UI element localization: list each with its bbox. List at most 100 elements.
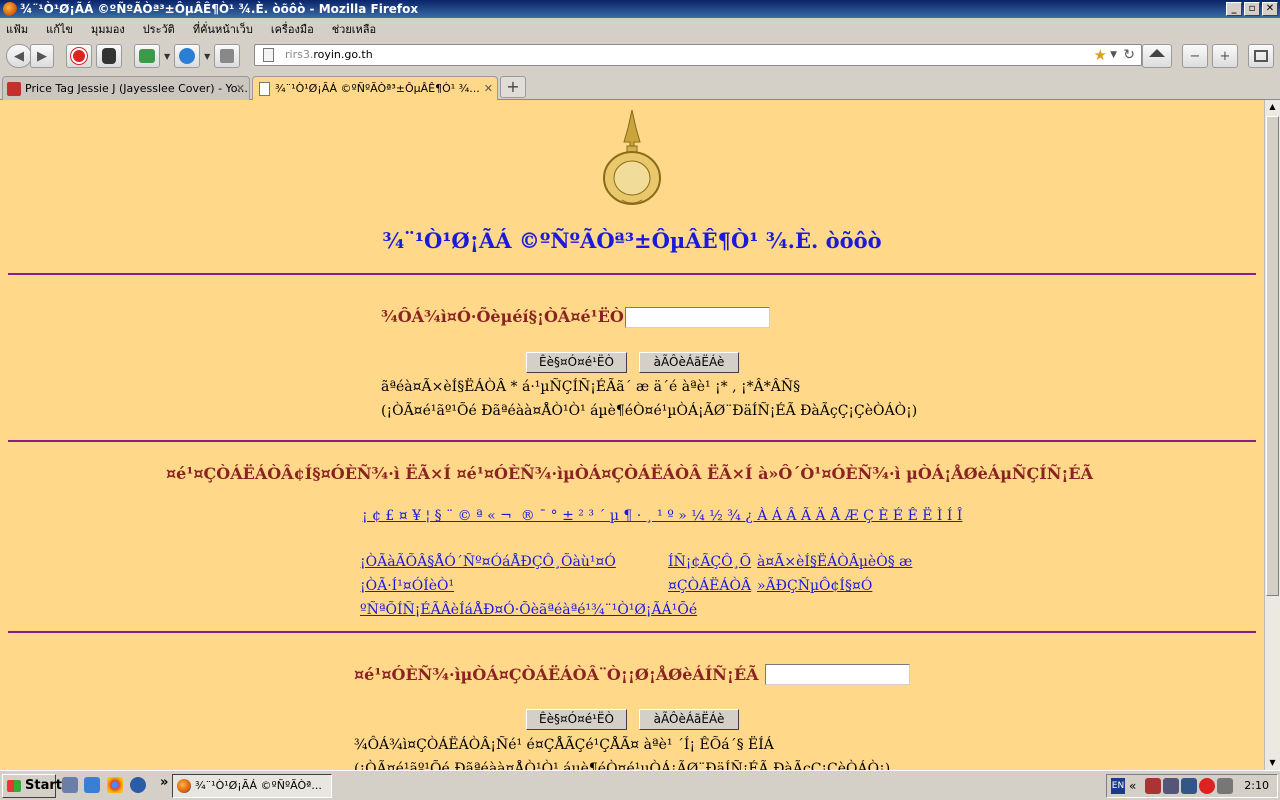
divider <box>8 440 1256 442</box>
meaning-search-label: ¤é¹¤ÓÈÑ¾·ìµÒÁ¤ÇÒÁËÁÒÂ¨Ò¡¡Ø¡ÅØèÁÍÑ¡ÉÃ <box>354 665 759 684</box>
document-icon <box>259 82 270 96</box>
submit-search-button[interactable]: Êè§¤Ó¤é¹ËÒ <box>526 352 627 373</box>
divider <box>8 273 1256 275</box>
vertical-scrollbar[interactable]: ▲ ▼ <box>1264 100 1280 770</box>
ie-quicklaunch-icon[interactable] <box>84 777 100 793</box>
show-desktop-icon[interactable] <box>62 777 78 793</box>
tab-close-icon[interactable]: ✕ <box>236 77 245 100</box>
alphabet-index-links[interactable]: ¡ ¢ £ ¤ ¥ ¦ § ¨ © ª « ¬ ­ ® ¯ ° ± ² ³ ´ … <box>362 508 962 524</box>
zoom-in-button[interactable]: + <box>1212 44 1238 68</box>
window-title: ¾¨¹Ò¹Ø¡ÃÁ ©ºÑºÃÒª³±ÔµÂÊ¶Ò¹ ¾.È. òõôò - M… <box>20 2 419 16</box>
url-history-dropdown-icon[interactable]: ▼ <box>1110 45 1117 65</box>
reload-icon[interactable]: ↻ <box>1123 45 1135 65</box>
language-indicator[interactable]: EN <box>1111 778 1125 794</box>
submit-meaning-search-button[interactable]: Êè§¤Ó¤é¹ËÒ <box>526 709 627 730</box>
grid-icon <box>1254 50 1268 62</box>
tray-network-icon[interactable] <box>1163 778 1179 794</box>
link-symbols[interactable]: à¤Ã×èÍ§ËÁÒÂµèÒ§ æ <box>757 554 912 570</box>
new-tab-button[interactable]: + <box>500 76 526 98</box>
home-icon <box>1149 49 1165 57</box>
meaning-search-hint: ¾ÔÁ¾ì¤ÇÒÁËÁÒÂ¡Ñé¹ é¤ÇÅÃÇé¹ÇÅÃ¤ àªè¹ ´Í¡ … <box>354 737 774 753</box>
scroll-up-icon[interactable]: ▲ <box>1265 100 1280 114</box>
sync-icon <box>139 49 155 63</box>
taskbar-firefox-window[interactable]: ¾¨¹Ò¹Ø¡ÃÁ ©ºÑºÃÒª... <box>172 774 332 798</box>
quicklaunch-more-icon[interactable]: » <box>160 775 168 790</box>
tab-label: ¾¨¹Ò¹Ø¡ÃÁ ©ºÑºÃÒª³±ÔµÂÊ¶Ò¹ ¾... <box>275 82 480 95</box>
tray-expand-icon[interactable]: « <box>1129 775 1136 797</box>
window-titlebar: ¾¨¹Ò¹Ø¡ÃÁ ©ºÑºÃÒª³±ÔµÂÊ¶Ò¹ ¾.È. òõôò - M… <box>0 0 1280 18</box>
download-icon[interactable] <box>130 777 146 793</box>
bookmark-star-icon[interactable]: ★ <box>1094 45 1107 65</box>
ie-tab-button[interactable] <box>174 44 201 68</box>
tab-close-icon[interactable]: ✕ <box>484 77 493 101</box>
block-icon <box>71 48 87 64</box>
minimize-button[interactable]: _ <box>1226 2 1242 16</box>
url-bar[interactable]: rirs3.royin.go.th ★ ▼ ↻ <box>254 44 1142 66</box>
link-word-order[interactable]: ¡ÒÃàÃÕÂ§ÅÓ´Ñº¤ÓáÅÐÇÔ¸Õàù¹¤Ó <box>360 554 616 570</box>
forward-arrow-icon: ▶ <box>37 48 47 64</box>
menu-view[interactable]: มุมมอง <box>91 20 125 38</box>
firefox-icon <box>3 2 17 16</box>
windows-logo-icon <box>7 780 21 792</box>
scrollbar-thumb[interactable] <box>1266 116 1279 596</box>
tab-dictionary[interactable]: ¾¨¹Ò¹Ø¡ÃÁ ©ºÑºÃÒª³±ÔµÂÊ¶Ò¹ ¾... ✕ <box>252 76 498 101</box>
system-tray: EN « 2:10 <box>1106 774 1278 798</box>
forward-button[interactable]: ▶ <box>30 44 54 68</box>
menu-help[interactable]: ช่วยเหลือ <box>332 20 376 38</box>
url-prefix: rirs3. <box>285 48 314 61</box>
link-word-history[interactable]: »ÃÐÇÑµÔ¢Í§¤Ó <box>757 578 872 594</box>
ie-icon <box>179 48 196 64</box>
search-hint: ãªéà¤Ã×èÍ§ËÁÒÂ * á·¹µÑÇÍÑ¡ÉÃã´ æ ä´é àªè… <box>381 379 801 395</box>
start-label: Start <box>25 778 62 793</box>
tab-label: Price Tag Jessie J (Jayesslee Cover) - Y… <box>25 82 248 95</box>
search-note: (¡ÒÃ¤é¹ãº¹Õé Ðãªéàà¤ÅÒ¹Ò¹ áµè¶éÒ¤é¹µÒÁ¡Ã… <box>381 403 918 419</box>
page-content: ¾¨¹Ò¹Ø¡ÃÁ ©ºÑºÃÒª³±ÔµÂÊ¶Ò¹ ¾.È. òõôò ¾ÔÁ… <box>0 100 1264 770</box>
page-identity-icon[interactable] <box>263 48 274 62</box>
start-button[interactable]: Start <box>2 774 62 798</box>
url-domain: royin.go.th <box>313 48 373 61</box>
right-toolbar: − + <box>1142 44 1274 68</box>
tray-volume-icon[interactable] <box>1181 778 1197 794</box>
meaning-search-input[interactable] <box>765 664 910 685</box>
search-label: ¾ÔÁ¾ì¤Ó·Õèµéí§¡ÒÃ¤é¹ËÒ <box>381 307 624 326</box>
tab-groups-button[interactable] <box>1248 44 1274 68</box>
home-button[interactable] <box>1142 44 1172 68</box>
chrome-icon[interactable] <box>107 777 123 793</box>
ie-dropdown-icon[interactable]: ▼ <box>204 52 210 61</box>
link-abbreviations[interactable]: ºÑªÕÍÑ¡ÉÃÂèÍáÅÐ¤Ó·Õèãªéàªé¹¾¨¹Ò¹Ø¡ÃÁ¹Õé <box>360 602 697 618</box>
extension-button[interactable] <box>214 44 241 68</box>
link-meaning[interactable]: ¤ÇÒÁËÁÒÂ <box>668 578 751 594</box>
task-label: ¾¨¹Ò¹Ø¡ÃÁ ©ºÑºÃÒª... <box>195 779 322 792</box>
tray-antivirus-icon[interactable] <box>1199 778 1215 794</box>
plus-icon: + <box>1219 48 1231 64</box>
browse-heading: ¤é¹¤ÇÒÁËÁÒÂ¢Í§¤ÓÈÑ¾·ì ËÃ×Í ¤é¹¤ÓÈÑ¾·ìµÒÁ… <box>166 464 1093 483</box>
zoom-out-button[interactable]: − <box>1182 44 1208 68</box>
maximize-button[interactable]: ▫ <box>1244 2 1260 16</box>
window-controls: _ ▫ ✕ <box>1226 2 1278 16</box>
sync-dropdown-icon[interactable]: ▼ <box>164 52 170 61</box>
search-input[interactable] <box>625 307 770 328</box>
menu-file[interactable]: แฟ้ม <box>6 20 28 38</box>
menu-edit[interactable]: แก้ไข <box>46 20 73 38</box>
tray-monitor-icon[interactable] <box>1217 778 1233 794</box>
link-spelling[interactable]: ÍÑ¡¢ÃÇÔ¸Õ <box>668 554 751 570</box>
tab-youtube[interactable]: Price Tag Jessie J (Jayesslee Cover) - Y… <box>2 76 250 100</box>
addon-block-button[interactable] <box>66 44 92 68</box>
back-button[interactable]: ◀ <box>6 44 32 68</box>
taskbar: Start » ¾¨¹Ò¹Ø¡ÃÁ ©ºÑºÃÒª... EN « 2:10 <box>0 770 1280 800</box>
reset-button[interactable]: àÃÔèÁãËÁè <box>639 352 739 373</box>
menu-tools[interactable]: เครื่องมือ <box>271 20 314 38</box>
reset-meaning-button[interactable]: àÃÔèÁãËÁè <box>639 709 739 730</box>
close-button[interactable]: ✕ <box>1262 2 1278 16</box>
link-reading[interactable]: ¡ÒÃ·Í¹¤ÓÍèÒ¹ <box>360 578 454 594</box>
puzzle-icon <box>220 49 235 63</box>
evernote-button[interactable] <box>96 44 122 68</box>
back-arrow-icon: ◀ <box>14 48 24 64</box>
scroll-down-icon[interactable]: ▼ <box>1265 756 1280 770</box>
sync-button[interactable] <box>134 44 160 68</box>
tray-app-icon[interactable] <box>1145 778 1161 794</box>
menu-history[interactable]: ประวัติ <box>143 20 175 38</box>
menu-bookmarks[interactable]: ที่คั่นหน้าเว็บ <box>193 20 253 38</box>
elephant-icon <box>102 48 116 64</box>
royal-institute-seal-logo <box>603 109 661 205</box>
